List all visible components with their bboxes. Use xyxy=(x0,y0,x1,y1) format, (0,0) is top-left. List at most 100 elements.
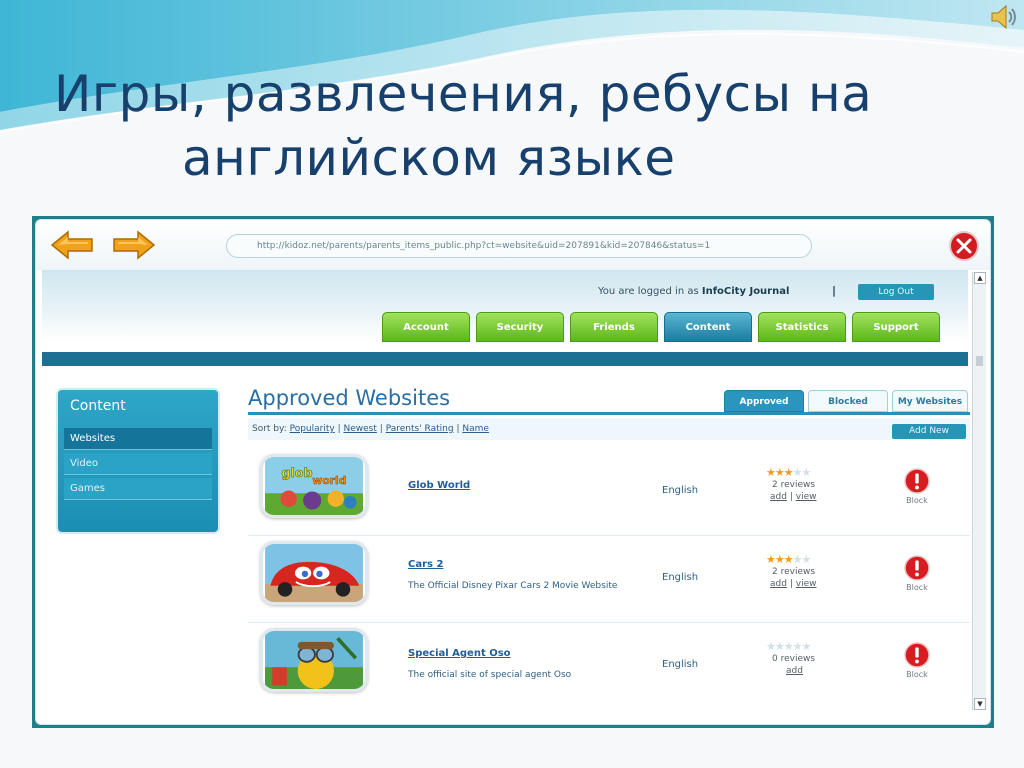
block-label[interactable]: Block xyxy=(902,496,932,505)
browser-window: http://kidoz.net/parents/parents_items_p… xyxy=(32,216,994,728)
slide-title: Игры, развлечения, ребусы на английском … xyxy=(54,62,954,190)
website-description: The Official Disney Pixar Cars 2 Movie W… xyxy=(408,581,618,591)
star-empty-icon: ★ xyxy=(792,553,803,566)
review-links: add | view xyxy=(770,492,816,502)
star-empty-icon: ★ xyxy=(792,640,803,653)
review-count: 2 reviews xyxy=(772,480,816,490)
sidebar-item-websites[interactable]: Websites xyxy=(64,428,212,450)
address-bar[interactable]: http://kidoz.net/parents/parents_items_p… xyxy=(226,234,812,258)
website-language: English xyxy=(662,572,699,583)
panel-title: Approved Websites xyxy=(248,386,451,410)
rating-stars: ★★★★★ xyxy=(766,640,811,653)
block-icon[interactable] xyxy=(904,468,930,494)
slide-title-line1: Игры, развлечения, ребусы на xyxy=(54,65,873,123)
star-empty-icon: ★ xyxy=(801,466,812,479)
vertical-scrollbar[interactable]: ▲ ▼ xyxy=(972,272,986,710)
scroll-up-arrow-icon[interactable]: ▲ xyxy=(974,272,986,284)
sort-parents-rating[interactable]: Parents' Rating xyxy=(386,424,454,434)
login-status: You are logged in as InfoCity Journal xyxy=(598,286,789,297)
browser-viewport: http://kidoz.net/parents/parents_items_p… xyxy=(35,219,991,725)
add-review-link[interactable]: add xyxy=(770,579,787,589)
subtab-approved[interactable]: Approved xyxy=(724,390,804,412)
block-icon[interactable] xyxy=(904,642,930,668)
page-content: You are logged in as InfoCity Journal | … xyxy=(42,270,970,724)
website-title-link[interactable]: Glob World xyxy=(408,480,470,491)
svg-text:world: world xyxy=(312,474,346,487)
login-separator: | xyxy=(832,284,837,297)
star-empty-icon: ★ xyxy=(766,640,776,653)
title-divider xyxy=(248,412,970,415)
sort-popularity[interactable]: Popularity xyxy=(290,424,335,434)
star-filled-icon: ★ xyxy=(766,466,776,479)
star-empty-icon: ★ xyxy=(801,553,812,566)
speaker-icon[interactable] xyxy=(986,2,1018,32)
website-title-link[interactable]: Cars 2 xyxy=(408,559,443,570)
star-filled-icon: ★ xyxy=(774,466,785,479)
star-filled-icon: ★ xyxy=(783,553,794,566)
content-sidebar: Content Websites Video Games xyxy=(56,388,220,534)
website-row: Special Agent Oso The official site of s… xyxy=(248,624,970,710)
forward-arrow-icon[interactable] xyxy=(110,230,156,260)
scroll-thumb[interactable] xyxy=(976,356,983,366)
view-reviews-link[interactable]: view xyxy=(796,579,817,589)
view-reviews-link[interactable]: view xyxy=(796,492,817,502)
link-separator: | xyxy=(789,579,793,589)
tab-friends[interactable]: Friends xyxy=(570,312,658,342)
star-filled-icon: ★ xyxy=(766,553,776,566)
browser-toolbar: http://kidoz.net/parents/parents_items_p… xyxy=(36,220,990,270)
website-thumbnail[interactable] xyxy=(260,628,368,692)
website-title-link[interactable]: Special Agent Oso xyxy=(408,648,511,659)
website-thumbnail[interactable]: glob world xyxy=(260,454,368,518)
star-empty-icon: ★ xyxy=(783,640,794,653)
star-filled-icon: ★ xyxy=(783,466,794,479)
close-icon[interactable] xyxy=(948,230,980,262)
sort-bar: Sort by: Popularity | Newest | Parents' … xyxy=(248,418,970,440)
svg-text:glob: glob xyxy=(281,465,312,480)
header-band xyxy=(42,352,968,366)
sort-separator: | xyxy=(379,424,383,434)
back-arrow-icon[interactable] xyxy=(50,230,96,260)
review-links: add xyxy=(786,666,803,676)
block-label[interactable]: Block xyxy=(902,670,932,679)
scroll-down-arrow-icon[interactable]: ▼ xyxy=(974,698,986,710)
sidebar-title: Content xyxy=(70,398,126,414)
tab-support[interactable]: Support xyxy=(852,312,940,342)
website-description: The official site of special agent Oso xyxy=(408,670,572,680)
page-header: You are logged in as InfoCity Journal | … xyxy=(42,270,968,342)
website-row: glob world Glob World English ★★★★★ 2 re… xyxy=(248,450,970,536)
tab-content[interactable]: Content xyxy=(664,312,752,342)
link-separator: | xyxy=(789,492,793,502)
star-filled-icon: ★ xyxy=(774,553,785,566)
website-row: Cars 2 The Official Disney Pixar Cars 2 … xyxy=(248,537,970,623)
sidebar-item-games[interactable]: Games xyxy=(64,478,212,500)
username: InfoCity Journal xyxy=(701,286,790,297)
tab-security[interactable]: Security xyxy=(476,312,564,342)
sort-separator: | xyxy=(456,424,460,434)
slide-title-line2: английском языке xyxy=(182,129,676,187)
rating-stars: ★★★★★ xyxy=(766,466,812,479)
add-new-button[interactable]: Add New xyxy=(892,424,966,439)
star-empty-icon: ★ xyxy=(792,466,803,479)
sort-newest[interactable]: Newest xyxy=(344,424,377,434)
review-count: 0 reviews xyxy=(772,654,816,664)
website-language: English xyxy=(662,659,699,670)
rating-stars: ★★★★★ xyxy=(766,553,812,566)
block-label[interactable]: Block xyxy=(902,583,932,592)
logout-button[interactable]: Log Out xyxy=(858,284,934,300)
block-icon[interactable] xyxy=(904,555,930,581)
tab-statistics[interactable]: Statistics xyxy=(758,312,846,342)
tab-account[interactable]: Account xyxy=(382,312,470,342)
add-review-link[interactable]: add xyxy=(770,492,787,502)
sidebar-item-video[interactable]: Video xyxy=(64,453,212,475)
review-links: add | view xyxy=(770,579,816,589)
subtab-my-websites[interactable]: My Websites xyxy=(892,390,968,412)
login-prefix: You are logged in as xyxy=(598,286,699,297)
sort-name[interactable]: Name xyxy=(462,424,489,434)
add-review-link[interactable]: add xyxy=(786,666,803,676)
sort-label: Sort by: xyxy=(252,424,287,434)
sort-separator: | xyxy=(337,424,341,434)
review-count: 2 reviews xyxy=(772,567,816,577)
website-language: English xyxy=(662,485,699,496)
subtab-blocked[interactable]: Blocked xyxy=(808,390,888,412)
website-thumbnail[interactable] xyxy=(260,541,368,605)
